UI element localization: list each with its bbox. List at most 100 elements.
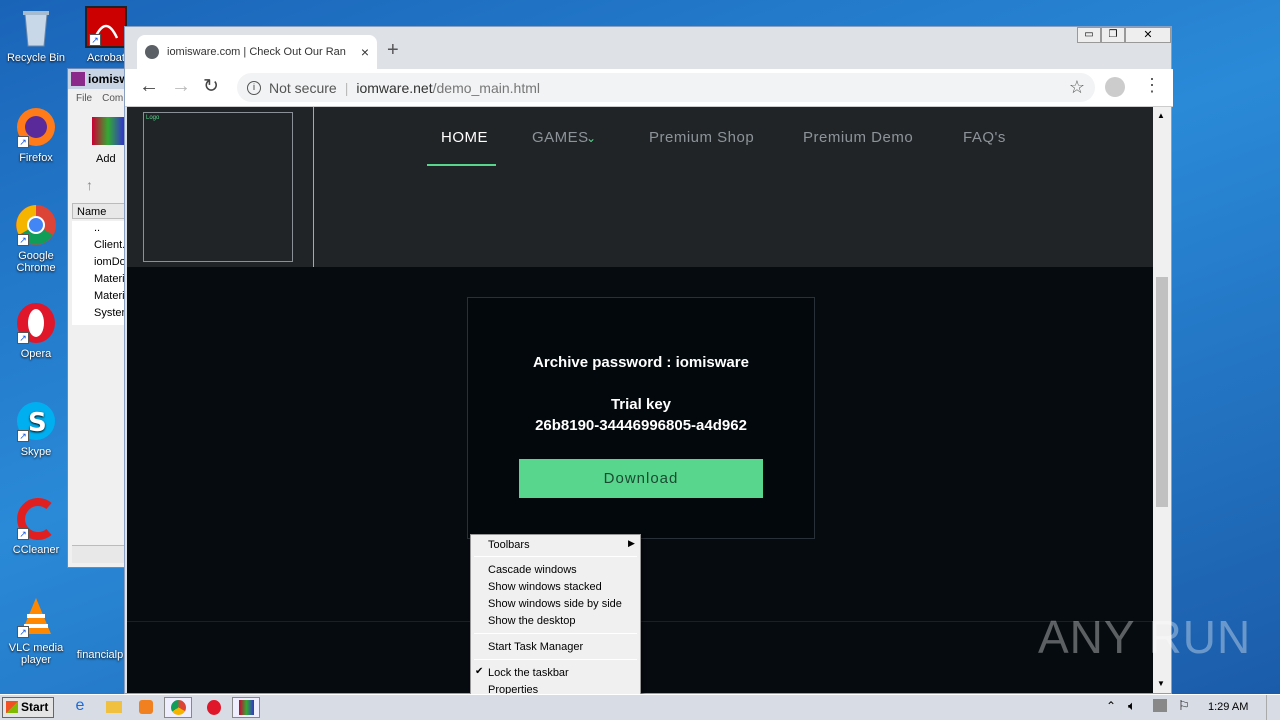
add-archive-icon[interactable] xyxy=(92,117,124,145)
close-window-icon[interactable]: ✕ xyxy=(1125,27,1171,43)
list-item[interactable]: iomDo xyxy=(72,255,126,272)
download-card: Archive password : iomisware Trial key 2… xyxy=(467,297,815,539)
menu-item-toolbars[interactable]: Toolbars xyxy=(488,539,530,551)
tab-strip: iomisware.com | Check Out Our Ran × + ▭ … xyxy=(125,27,1173,69)
menu-separator xyxy=(474,659,637,660)
windows-logo-icon xyxy=(6,701,18,713)
menu-commands[interactable]: Com xyxy=(102,93,123,104)
desktop-icon-recycle-bin[interactable]: Recycle Bin xyxy=(0,6,72,64)
column-name-header[interactable]: Name xyxy=(72,203,126,219)
download-button[interactable]: Download xyxy=(519,459,763,498)
up-arrow-icon[interactable]: ↑ xyxy=(86,177,93,193)
header-divider xyxy=(313,107,314,267)
winrar-icon xyxy=(71,72,85,86)
desktop-icon-label: financialp xyxy=(76,649,124,661)
nav-premium-demo[interactable]: Premium Demo xyxy=(803,129,913,146)
start-button[interactable]: Start xyxy=(2,697,54,718)
desktop-icon-skype[interactable]: S ↗ Skype xyxy=(0,400,72,458)
winrar-taskbar-icon[interactable] xyxy=(232,697,260,718)
action-center-flag-icon[interactable]: ⚐ xyxy=(1178,698,1190,714)
list-item[interactable]: Client. xyxy=(72,238,126,255)
submenu-arrow-icon: ▶ xyxy=(628,538,635,548)
nav-home[interactable]: HOME xyxy=(441,129,488,146)
checkmark-icon: ✔ xyxy=(475,666,484,677)
winrar-menubar: File Com xyxy=(76,93,123,104)
minimize-icon[interactable]: ▭ xyxy=(1077,27,1101,43)
close-tab-icon[interactable]: × xyxy=(361,44,369,60)
desktop-icon-label: VLC media player xyxy=(8,642,64,666)
list-item[interactable]: Materi xyxy=(72,289,126,306)
profile-icon[interactable] xyxy=(1105,77,1125,97)
volume-icon[interactable]: 🔈︎ xyxy=(1128,698,1136,714)
url-path: /demo_main.html xyxy=(432,79,540,96)
page-scrollbar[interactable]: ▲ ▼ xyxy=(1153,107,1171,693)
ccleaner-icon: ↗ xyxy=(15,498,57,540)
media-player-icon[interactable] xyxy=(132,697,160,718)
desktop-icon-label: Skype xyxy=(20,446,52,458)
logo-alt-text: Logo xyxy=(146,115,160,121)
desktop-icon-label: Google Chrome xyxy=(16,250,56,274)
menu-item-cascade[interactable]: Cascade windows xyxy=(488,564,577,576)
scroll-thumb[interactable] xyxy=(1156,277,1168,507)
chrome-window[interactable]: iomisware.com | Check Out Our Ran × + ▭ … xyxy=(124,26,1173,694)
list-item[interactable]: .. xyxy=(72,221,126,238)
nav-premium-shop[interactable]: Premium Shop xyxy=(649,129,754,146)
desktop-icon-opera[interactable]: ↗ Opera xyxy=(0,302,72,360)
nav-faq[interactable]: FAQ's xyxy=(963,129,1006,146)
desktop-icon-label: CCleaner xyxy=(12,544,60,556)
back-icon[interactable]: ← xyxy=(139,75,159,98)
globe-icon xyxy=(145,45,159,59)
menu-item-stacked[interactable]: Show windows stacked xyxy=(488,581,602,593)
separator: | xyxy=(344,79,349,96)
network-icon[interactable] xyxy=(1153,699,1167,712)
menu-item-lock-taskbar[interactable]: Lock the taskbar xyxy=(488,667,569,679)
desktop-icon-vlc[interactable]: ↗ VLC media player xyxy=(0,596,72,666)
menu-item-side-by-side[interactable]: Show windows side by side xyxy=(488,598,622,610)
list-item[interactable]: Materi xyxy=(72,272,126,289)
chrome-taskbar-icon[interactable] xyxy=(164,697,192,718)
url-domain: iomware.net xyxy=(356,79,433,96)
anyrun-watermark: ANY RUN xyxy=(1038,611,1252,663)
desktop-icon-firefox[interactable]: ↗ Firefox xyxy=(0,106,72,164)
menu-kebab-icon[interactable]: ⋮ xyxy=(1143,75,1161,96)
firefox-icon: ↗ xyxy=(15,106,57,148)
desktop-icon-financialp[interactable]: financialp xyxy=(70,640,130,661)
desktop-icon-chrome[interactable]: ↗ Google Chrome xyxy=(0,204,72,274)
forward-icon[interactable]: → xyxy=(171,75,191,98)
desktop-icon-ccleaner[interactable]: ↗ CCleaner xyxy=(0,498,72,556)
nav-games[interactable]: GAMES xyxy=(532,129,589,146)
show-desktop-button[interactable] xyxy=(1266,695,1280,720)
browser-tab[interactable]: iomisware.com | Check Out Our Ran × xyxy=(137,35,377,69)
winrar-title: iomisw xyxy=(68,69,129,89)
vlc-icon: ↗ xyxy=(15,596,57,638)
reload-icon[interactable]: ↻ xyxy=(203,75,219,98)
address-bar[interactable]: i Not secure | iomware.net /demo_main.ht… xyxy=(237,73,1095,102)
scroll-up-icon[interactable]: ▲ xyxy=(1157,111,1165,120)
menu-item-task-manager[interactable]: Start Task Manager xyxy=(488,641,583,653)
svg-text:S: S xyxy=(28,408,47,438)
ie-icon[interactable]: e xyxy=(66,697,94,718)
nav-active-underline xyxy=(427,164,496,166)
taskbar-context-menu: Toolbars ▶ Cascade windows Show windows … xyxy=(470,534,641,701)
site-header: Logo HOME GAMES ⌄ Premium Shop Premium D… xyxy=(127,107,1153,267)
clock[interactable]: 1:29 AM xyxy=(1208,701,1248,713)
winrar-window[interactable]: iomisw File Com Add ↑ Name .. Client. io… xyxy=(67,68,129,568)
show-hidden-icons[interactable]: ⌃ xyxy=(1106,699,1116,713)
list-item[interactable]: Systen xyxy=(72,306,128,323)
winrar-statusbar xyxy=(72,545,126,563)
opera-icon: ↗ xyxy=(15,302,57,344)
scroll-down-icon[interactable]: ▼ xyxy=(1157,679,1165,688)
skype-icon: S ↗ xyxy=(15,400,57,442)
explorer-icon[interactable] xyxy=(100,697,128,718)
restore-icon[interactable]: ❐ xyxy=(1101,27,1125,43)
menu-separator xyxy=(474,633,637,634)
new-tab-icon[interactable]: + xyxy=(387,39,399,62)
bookmark-star-icon[interactable]: ☆ xyxy=(1069,77,1085,98)
info-icon[interactable]: i xyxy=(247,80,261,95)
site-logo[interactable]: Logo xyxy=(143,112,293,262)
menu-separator xyxy=(474,556,637,557)
menu-file[interactable]: File xyxy=(76,93,92,104)
opera-taskbar-icon[interactable] xyxy=(200,697,228,718)
chrome-icon: ↗ xyxy=(15,204,57,246)
menu-item-show-desktop[interactable]: Show the desktop xyxy=(488,615,575,627)
